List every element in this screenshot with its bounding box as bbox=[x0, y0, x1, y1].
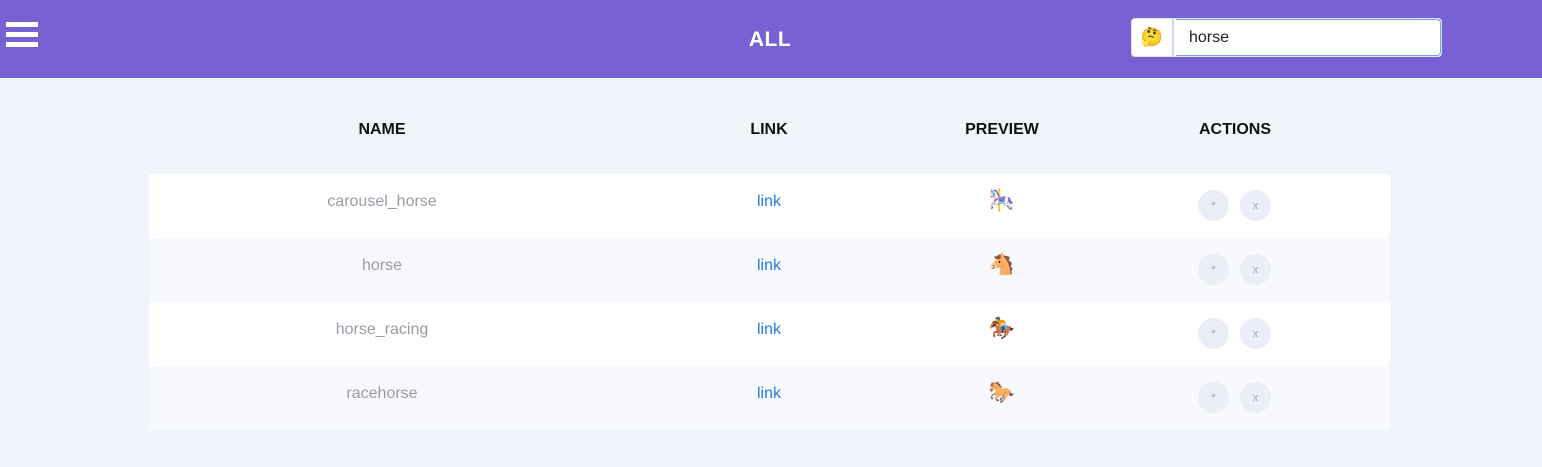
column-header-name: NAME bbox=[358, 121, 406, 138]
remove-button[interactable]: x bbox=[1240, 318, 1271, 349]
table-row: carousel_horse link 🎠 * x bbox=[149, 174, 1390, 238]
menu-line bbox=[6, 32, 38, 37]
remove-button[interactable]: x bbox=[1240, 254, 1271, 285]
top-bar: ALL 🤔 bbox=[0, 0, 1542, 78]
emoji-link[interactable]: link bbox=[719, 385, 819, 403]
emoji-link[interactable]: link bbox=[719, 193, 819, 211]
menu-line bbox=[6, 42, 38, 47]
column-header-link: LINK bbox=[750, 121, 788, 138]
emoji-link[interactable]: link bbox=[719, 321, 819, 339]
star-button[interactable]: * bbox=[1198, 190, 1229, 221]
table-row: racehorse link 🐎 * x bbox=[149, 366, 1390, 430]
remove-button[interactable]: x bbox=[1240, 382, 1271, 413]
star-button[interactable]: * bbox=[1198, 254, 1229, 285]
table-row: horse link 🐴 * x bbox=[149, 238, 1390, 302]
emoji-link[interactable]: link bbox=[719, 257, 819, 275]
carousel-horse-emoji-preview: 🎠 bbox=[988, 188, 1016, 212]
search-box: 🤔 bbox=[1131, 18, 1442, 57]
emoji-name: carousel_horse bbox=[327, 193, 437, 210]
horse-face-emoji-preview: 🐴 bbox=[988, 252, 1016, 276]
emoji-table: carousel_horse link 🎠 * x horse link 🐴 *… bbox=[149, 174, 1390, 430]
emoji-name: horse bbox=[361, 257, 403, 274]
emoji-name: horse_racing bbox=[335, 321, 429, 338]
hamburger-menu-icon[interactable] bbox=[6, 22, 38, 48]
search-input[interactable] bbox=[1176, 19, 1441, 56]
emoji-name: racehorse bbox=[346, 385, 418, 402]
menu-line bbox=[6, 22, 38, 27]
star-button[interactable]: * bbox=[1198, 318, 1229, 349]
column-header-preview: PREVIEW bbox=[965, 121, 1039, 138]
star-button[interactable]: * bbox=[1198, 382, 1229, 413]
horse-racing-emoji-preview: 🏇 bbox=[988, 316, 1016, 340]
remove-button[interactable]: x bbox=[1240, 190, 1271, 221]
racehorse-emoji-preview: 🐎 bbox=[988, 380, 1016, 404]
table-row: horse_racing link 🏇 * x bbox=[149, 302, 1390, 366]
page-title: ALL bbox=[748, 28, 792, 51]
thinking-face-icon: 🤔 bbox=[1132, 19, 1174, 56]
column-header-actions: ACTIONS bbox=[1199, 121, 1271, 138]
